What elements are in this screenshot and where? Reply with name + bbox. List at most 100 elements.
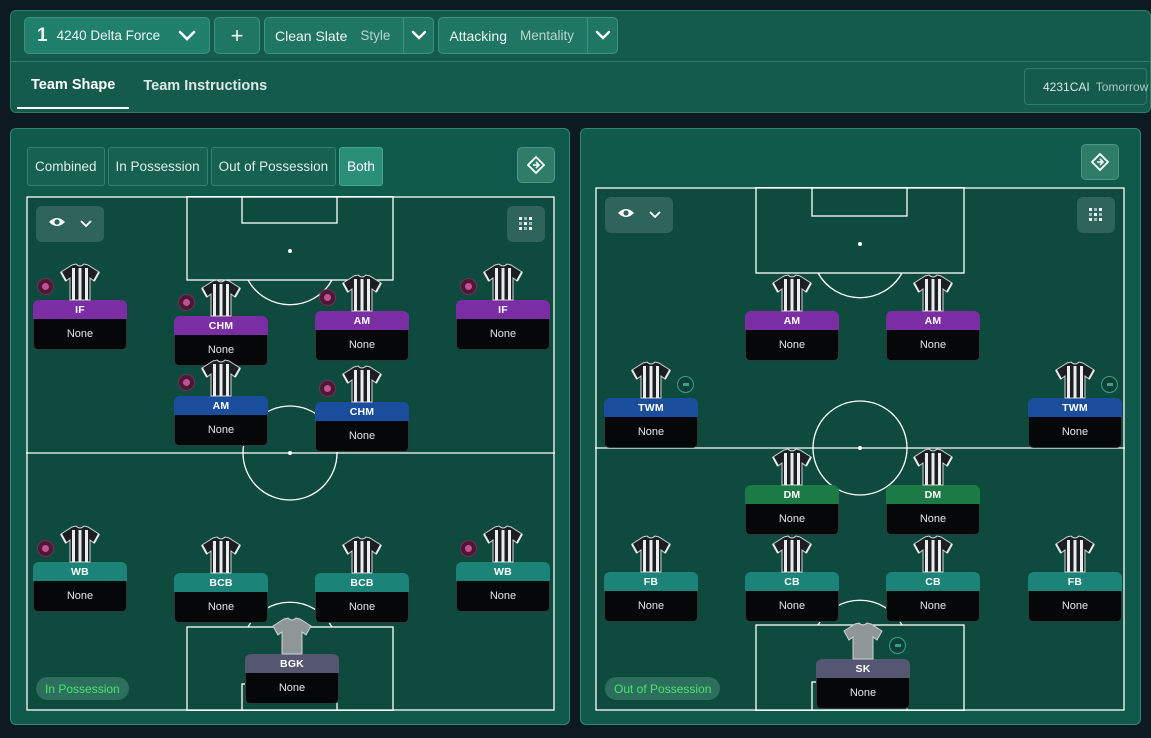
player-card[interactable]: CB None [886, 535, 980, 622]
opponent-when: Tomorrow [1095, 79, 1149, 94]
shirt-icon [913, 274, 953, 317]
attack-role-icon [37, 540, 54, 557]
player-card[interactable]: WB None [33, 525, 127, 612]
chevron-down-icon[interactable] [165, 30, 209, 42]
player-card[interactable]: IF None [33, 263, 127, 350]
player-name: None [886, 330, 980, 361]
chevron-down-icon [80, 215, 92, 233]
player-name: None [33, 581, 127, 612]
player-name: None [33, 319, 127, 350]
shirt-icon [483, 525, 523, 568]
next-opponent[interactable]: 4231CAI Tomorrow [1024, 68, 1149, 105]
shirt-icon [342, 274, 382, 317]
player-card[interactable]: TWM None [604, 361, 698, 448]
opponent-code: 4231CAI [1043, 79, 1090, 94]
player-card[interactable]: DM None [886, 448, 980, 535]
player-name: None [174, 592, 268, 623]
player-name: None [604, 417, 698, 448]
player-card[interactable]: BCB None [174, 536, 268, 623]
tab-team-instructions[interactable]: Team Instructions [129, 63, 281, 109]
player-card[interactable]: FB None [1028, 535, 1122, 622]
chevron-down-icon[interactable] [587, 18, 617, 53]
mentality-label: Mentality [520, 28, 575, 43]
shirt-icon [631, 535, 671, 578]
tactic-controls: 1 4240 Delta Force + Clean Slate Style A… [24, 17, 619, 55]
swap-sides-icon[interactable] [517, 147, 555, 183]
pitch-out-of-possession: AM None AM None TWM None TWM None DM Non… [595, 187, 1125, 711]
phase-label: In Possession [36, 677, 129, 700]
shirt-icon [772, 535, 812, 578]
mentality-dropdown[interactable]: Attacking Mentality [438, 17, 619, 54]
visibility-toggle[interactable] [36, 206, 104, 242]
player-name: None [604, 591, 698, 622]
defend-role-icon [889, 637, 906, 654]
player-name: None [315, 330, 409, 361]
style-dropdown[interactable]: Clean Slate Style [264, 17, 435, 54]
player-card[interactable]: AM None [315, 274, 409, 361]
phase-segmented-control: Combined In Possession Out of Possession… [27, 147, 383, 186]
player-card[interactable]: BCB None [315, 536, 409, 623]
tab-team-shape[interactable]: Team Shape [17, 63, 130, 109]
eye-icon [48, 215, 66, 233]
chevron-down-icon[interactable] [403, 18, 433, 53]
shirt-icon [843, 622, 883, 665]
player-name: None [745, 504, 839, 535]
player-name: None [1028, 417, 1122, 448]
shirt-icon [1055, 361, 1095, 404]
shirt-icon [772, 274, 812, 317]
tactic-name: 4240 Delta Force [56, 28, 161, 43]
in-possession-panel: Combined In Possession Out of Possession… [10, 128, 570, 725]
attack-role-icon [460, 278, 477, 295]
shirt-icon [483, 263, 523, 306]
player-card[interactable]: WB None [456, 525, 550, 612]
shirt-icon [342, 536, 382, 579]
attack-role-icon [319, 380, 336, 397]
shirt-icon [60, 263, 100, 306]
segment-out-of-possession[interactable]: Out of Possession [210, 147, 337, 186]
shirt-icon [201, 279, 241, 322]
player-card[interactable]: BGK None [245, 617, 339, 704]
attack-role-icon [178, 294, 195, 311]
attack-role-icon [37, 278, 54, 295]
segment-in-possession[interactable]: In Possession [107, 147, 208, 186]
grid-dots-icon[interactable] [1077, 197, 1115, 233]
player-card[interactable]: AM None [174, 359, 268, 446]
segment-both[interactable]: Both [339, 147, 383, 186]
swap-sides-icon[interactable] [1081, 144, 1119, 180]
visibility-toggle[interactable] [605, 197, 673, 233]
shirt-icon [201, 536, 241, 579]
player-name: None [816, 678, 910, 709]
player-card[interactable]: CB None [745, 535, 839, 622]
player-name: None [456, 319, 550, 350]
shirt-icon [913, 535, 953, 578]
player-name: None [745, 330, 839, 361]
player-card[interactable]: CHM None [315, 365, 409, 452]
tactic-selector[interactable]: 1 4240 Delta Force [24, 17, 210, 54]
attack-role-icon [178, 374, 195, 391]
tactic-number: 1 [37, 24, 48, 46]
player-name: None [1028, 591, 1122, 622]
player-name: None [315, 592, 409, 623]
out-of-possession-panel: AM None AM None TWM None TWM None DM Non… [580, 128, 1141, 725]
player-name: None [174, 415, 268, 446]
tactics-header: 1 4240 Delta Force + Clean Slate Style A… [10, 10, 1151, 113]
player-card[interactable]: FB None [604, 535, 698, 622]
grid-dots-icon[interactable] [507, 206, 545, 242]
player-card[interactable]: AM None [745, 274, 839, 361]
shirt-icon [1055, 535, 1095, 578]
attack-role-icon [319, 289, 336, 306]
player-name: None [456, 581, 550, 612]
player-card[interactable]: TWM None [1028, 361, 1122, 448]
player-card[interactable]: DM None [745, 448, 839, 535]
shirt-icon [913, 448, 953, 491]
defend-role-icon [677, 376, 694, 393]
player-card[interactable]: IF None [456, 263, 550, 350]
player-card[interactable]: AM None [886, 274, 980, 361]
add-tactic-button[interactable]: + [214, 17, 260, 54]
phase-label: Out of Possession [605, 677, 721, 700]
player-name: None [745, 591, 839, 622]
pitch-in-possession: IF None CHM None AM None IF None AM None [26, 196, 555, 711]
shirt-icon [272, 617, 312, 660]
player-card[interactable]: SK None [816, 622, 910, 709]
segment-combined[interactable]: Combined [27, 147, 105, 186]
